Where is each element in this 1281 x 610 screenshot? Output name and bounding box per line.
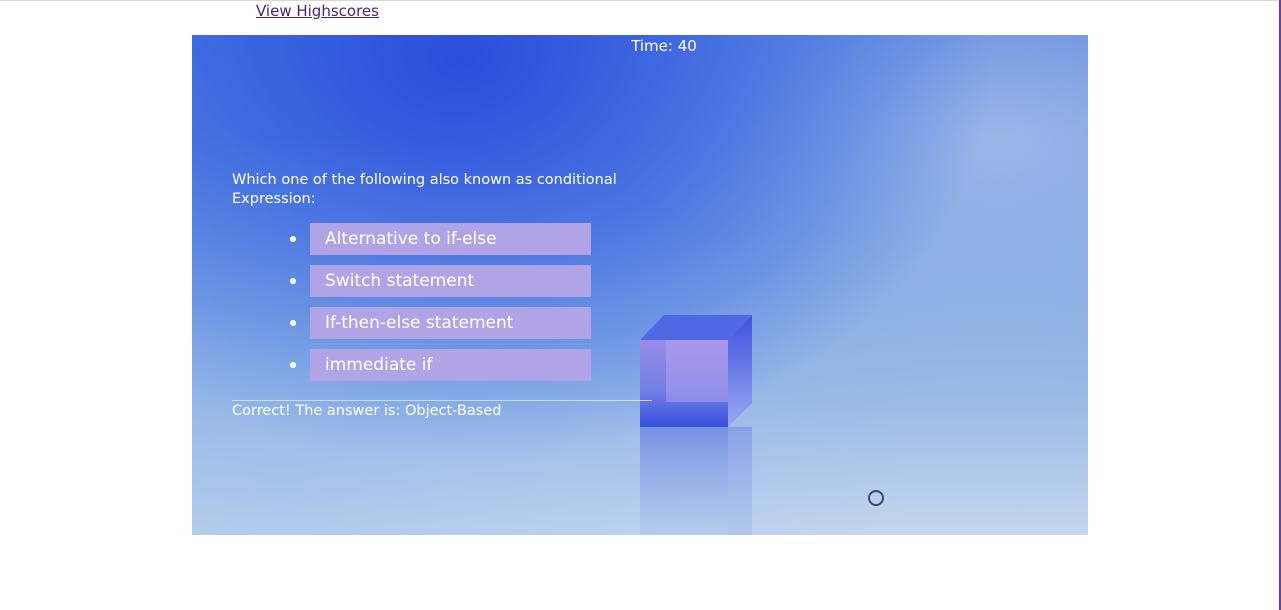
answer-feedback: Correct! The answer is: Object-Based [232,403,502,419]
quiz-panel: Time: 40 Which one of the following also… [192,35,1088,535]
bullet-dot-icon [290,362,296,368]
choice-button-3[interactable]: If-then-else statement [310,307,591,339]
circle-icon [868,490,884,506]
glass-cube-illustration [640,315,752,535]
top-border [0,0,1281,1]
timer-display: Time: 40 [631,37,697,55]
bullet-dot-icon [290,278,296,284]
choice-button-2[interactable]: Switch statement [310,265,591,297]
choice-button-4[interactable]: immediate if [310,349,591,381]
question-text: Which one of the following also known as… [232,172,617,207]
feedback-divider [232,400,652,401]
bullet-dot-icon [290,236,296,242]
bullet-dot-icon [290,320,296,326]
choice-button-1[interactable]: Alternative to if-else [310,223,591,255]
view-highscores-link[interactable]: View Highscores [256,2,379,20]
